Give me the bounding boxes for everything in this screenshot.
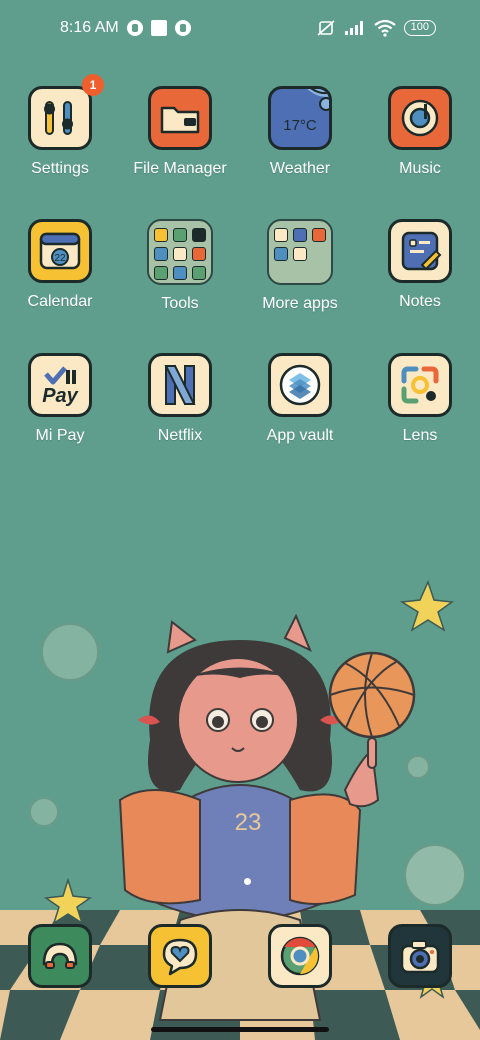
signal-icon <box>344 21 363 35</box>
music-icon <box>388 86 452 150</box>
app-label: Netflix <box>157 427 203 444</box>
mi-pay-icon: Pay <box>28 353 92 417</box>
folder-mini-icon <box>173 228 187 242</box>
app-folder-more-apps[interactable]: More apps <box>240 219 360 313</box>
folder-mini-icon <box>154 266 168 280</box>
weather-temp: 17°C <box>283 116 317 134</box>
app-label: Weather <box>269 160 331 177</box>
folder-mini-icon <box>192 266 206 280</box>
folder-icon <box>148 86 212 150</box>
dock-chrome[interactable] <box>240 924 360 988</box>
app-label: Mi Pay <box>35 427 85 444</box>
data-saver-icon <box>126 20 143 36</box>
app-label: App vault <box>266 427 334 444</box>
calendar-day: 22 <box>54 253 66 264</box>
app-label: More apps <box>262 295 338 312</box>
bubble <box>404 844 466 906</box>
app-label: File Manager <box>133 160 227 177</box>
data-saver-icon <box>174 20 191 36</box>
folder-mini-icon <box>154 228 168 242</box>
status-bar: 8:16 AM 100 <box>0 0 480 56</box>
app-row-1: 1 Settings File Manager 17°C Weather Mus… <box>0 74 480 178</box>
app-folder-tools[interactable]: Tools <box>120 219 240 313</box>
folder-mini-icon <box>154 247 168 261</box>
app-app-vault[interactable]: App vault <box>240 353 360 445</box>
calendar-icon: 22 <box>28 219 92 283</box>
app-label: Music <box>399 160 441 177</box>
bubble <box>29 797 59 827</box>
notification-badge: 1 <box>82 74 104 96</box>
notes-icon <box>388 219 452 283</box>
basketball <box>328 651 416 739</box>
folder-mini-icon <box>312 228 326 242</box>
bubble <box>406 755 430 779</box>
app-calendar[interactable]: 22 Calendar <box>0 219 120 313</box>
chrome-icon <box>268 924 332 988</box>
weather-icon: 17°C <box>268 86 332 150</box>
folder-mini-icon <box>274 228 288 242</box>
folder-mini-icon <box>192 247 206 261</box>
status-right: 100 <box>316 19 436 37</box>
page-indicator-dot[interactable] <box>244 878 251 885</box>
svg-text:23: 23 <box>235 809 262 836</box>
folder-icon <box>147 219 213 285</box>
battery-icon: 100 <box>403 20 436 36</box>
app-netflix[interactable]: Netflix <box>120 353 240 445</box>
netflix-icon <box>148 353 212 417</box>
folder-mini-icon <box>173 266 187 280</box>
app-row-3: Pay Mi Pay Netflix App vault Lens <box>0 353 480 445</box>
clock: 8:16 AM <box>60 19 119 36</box>
dock <box>0 924 480 988</box>
star <box>399 579 455 632</box>
bubble <box>41 623 99 681</box>
app-lens[interactable]: Lens <box>360 353 480 445</box>
app-label: Lens <box>402 427 438 444</box>
wifi-icon <box>373 19 396 37</box>
folder-mini-icon <box>274 247 288 261</box>
dock-messages[interactable] <box>120 924 240 988</box>
messages-icon <box>148 924 212 988</box>
lens-icon <box>388 353 452 417</box>
folder-mini-icon <box>192 228 206 242</box>
settings-icon <box>28 86 92 150</box>
app-mi-pay[interactable]: Pay Mi Pay <box>0 353 120 445</box>
app-label: Notes <box>399 293 441 310</box>
folder-mini-icon <box>173 247 187 261</box>
app-notes[interactable]: Notes <box>360 219 480 313</box>
folder-mini-icon <box>293 247 307 261</box>
dock-phone[interactable] <box>0 924 120 988</box>
home-indicator[interactable] <box>151 1027 329 1032</box>
camera-icon <box>388 924 452 988</box>
app-label: Settings <box>31 160 89 177</box>
phone-icon <box>28 924 92 988</box>
app-label: Tools <box>161 295 199 312</box>
folder-mini-icon <box>293 228 307 242</box>
folder-icon <box>267 219 333 285</box>
mute-icon <box>317 20 335 36</box>
notification-square-icon <box>150 20 167 36</box>
app-weather[interactable]: 17°C Weather <box>240 86 360 178</box>
app-settings[interactable]: 1 Settings <box>0 74 120 178</box>
status-left: 8:16 AM <box>60 19 191 37</box>
mi-pay-text: Pay <box>42 385 78 407</box>
app-label: Calendar <box>27 293 93 310</box>
app-vault-icon <box>268 353 332 417</box>
dock-camera[interactable] <box>360 924 480 988</box>
app-music[interactable]: Music <box>360 86 480 178</box>
app-file-manager[interactable]: File Manager <box>120 86 240 178</box>
app-row-2: 22 Calendar Tools More apps Notes <box>0 219 480 313</box>
